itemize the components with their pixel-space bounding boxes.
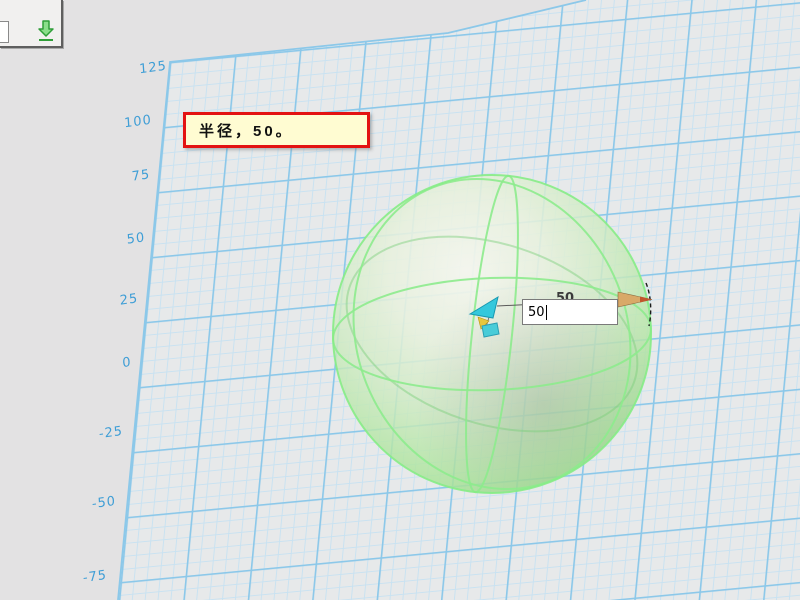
toolbar-window-corner (0, 0, 63, 48)
axis-label: 50 (126, 230, 145, 248)
tooltip-text: 半径，50。 (199, 120, 294, 141)
axis-label: 0 (122, 355, 132, 371)
green-download-arrow-icon (35, 19, 57, 43)
radius-input-value: 50 (528, 305, 545, 320)
radius-input[interactable]: 50 (522, 299, 618, 325)
app-canvas: 125 100 75 50 25 0 -25 -50 -75 50 50 半径，… (0, 0, 800, 600)
insert-value-button[interactable] (35, 19, 57, 43)
partial-input-field[interactable] (0, 21, 9, 43)
radius-prompt-tooltip: 半径，50。 (183, 112, 370, 148)
center-cube-handle[interactable] (482, 323, 499, 337)
axis-label: 75 (131, 167, 150, 185)
text-caret (546, 305, 547, 320)
axis-label: 25 (119, 291, 138, 309)
